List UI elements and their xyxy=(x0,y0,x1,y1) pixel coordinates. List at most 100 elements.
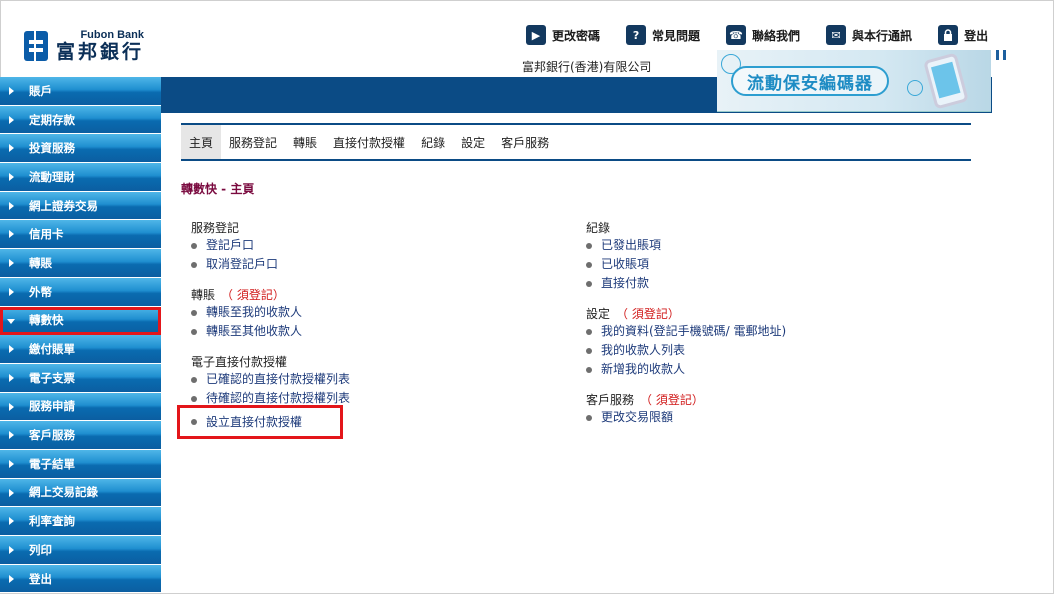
sidebar-item-interest-rates[interactable]: 利率查詢 xyxy=(0,507,161,536)
link-register-account[interactable]: 登記戶口 xyxy=(191,236,350,255)
arrow-right-icon xyxy=(9,517,14,526)
lock-icon xyxy=(938,25,959,45)
sidebar-item-customer-service[interactable]: 客戶服務 xyxy=(0,421,161,450)
breadcrumb: 轉數快 - 主頁 xyxy=(181,182,255,196)
registration-required-note: （ 須登記） xyxy=(616,307,680,321)
sidebar-item-e-cheque[interactable]: 電子支票 xyxy=(0,363,161,393)
bullet-icon xyxy=(191,376,197,383)
group-title: 紀錄 xyxy=(586,221,611,235)
bullet-icon xyxy=(586,280,592,287)
tab-settings[interactable]: 設定 xyxy=(453,125,493,159)
sidebar-item-mobile-banking[interactable]: 流動理財 xyxy=(0,163,161,192)
group-title: 轉賬 xyxy=(191,288,216,302)
registration-required-note: （ 須登記） xyxy=(640,393,704,407)
arrow-right-icon xyxy=(9,373,14,382)
link-my-payee-list[interactable]: 我的收款人列表 xyxy=(586,341,786,360)
sidebar-item-investment[interactable]: 投資服務 xyxy=(0,134,161,164)
link-sent-payments[interactable]: 已發出賬項 xyxy=(586,236,786,255)
registration-required-note: （ 須登記） xyxy=(221,288,285,302)
bullet-icon xyxy=(191,419,197,425)
tab-registration[interactable]: 服務登記 xyxy=(221,125,285,159)
bullet-icon xyxy=(586,261,592,268)
sidebar-item-transaction-records[interactable]: 網上交易記錄 xyxy=(0,478,161,508)
link-transfer-other-payee[interactable]: 轉賬至其他收款人 xyxy=(191,322,350,341)
arrow-down-icon xyxy=(7,318,15,324)
change-password-link[interactable]: ▶ 更改密碼 xyxy=(526,25,600,45)
bullet-icon xyxy=(191,328,197,335)
sidebar-item-accounts[interactable]: 賬戶 xyxy=(0,77,161,106)
play-arrow-icon: ▶ xyxy=(526,25,546,45)
arrow-right-icon xyxy=(9,345,14,354)
fubon-logo[interactable]: Fubon Bank 富邦銀行 xyxy=(24,28,144,64)
tab-customer-service[interactable]: 客戶服務 xyxy=(493,125,557,159)
logo-chinese: 富邦銀行 xyxy=(56,41,145,63)
tab-transfer[interactable]: 轉賬 xyxy=(285,125,325,159)
mail-icon: ✉ xyxy=(826,25,847,45)
link-setup-edda[interactable]: 設立直接付款授權 xyxy=(177,405,343,439)
sidebar-item-fps[interactable]: 轉數快 xyxy=(0,306,161,336)
bullet-icon xyxy=(191,242,197,249)
bullet-icon xyxy=(191,395,197,402)
tab-edda[interactable]: 直接付款授權 xyxy=(325,125,413,159)
link-my-profile[interactable]: 我的資料(登記手機號碼/ 電郵地址) xyxy=(586,322,786,341)
arrow-right-icon xyxy=(9,459,14,468)
link-received-payments[interactable]: 已收賬項 xyxy=(586,255,786,274)
link-deregister-account[interactable]: 取消登記戶口 xyxy=(191,255,350,274)
sidebar-item-credit-card[interactable]: 信用卡 xyxy=(0,220,161,250)
link-direct-debit[interactable]: 直接付款 xyxy=(586,274,786,293)
link-transfer-my-payee[interactable]: 轉賬至我的收款人 xyxy=(191,303,350,322)
sidebar-item-transfer[interactable]: 轉賬 xyxy=(0,249,161,278)
bullet-icon xyxy=(191,309,197,316)
message-bank-link[interactable]: ✉ 與本行通訊 xyxy=(826,25,912,45)
bullet-icon xyxy=(586,414,592,421)
link-confirmed-edda-list[interactable]: 已確認的直接付款授權列表 xyxy=(191,370,350,389)
link-change-limit[interactable]: 更改交易限額 xyxy=(586,408,786,427)
question-icon: ? xyxy=(626,25,647,45)
bullet-icon xyxy=(586,366,592,373)
fps-tabs: 主頁 服務登記 轉賬 直接付款授權 紀錄 設定 客戶服務 xyxy=(181,123,971,161)
sidebar-item-print[interactable]: 列印 xyxy=(0,536,161,565)
group-edda: 電子直接付款授權 已確認的直接付款授權列表 待確認的直接付款授權列表 設立直接付… xyxy=(177,354,350,439)
bullet-icon xyxy=(586,347,592,354)
mobile-token-banner[interactable]: 流動保安編碼器 xyxy=(717,50,991,112)
group-customer-service: 客戶服務 （ 須登記） 更改交易限額 xyxy=(586,392,786,427)
link-add-payee[interactable]: 新增我的收款人 xyxy=(586,360,786,379)
group-title: 設定 xyxy=(586,307,611,321)
sidebar-menu: 賬戶 定期存款 投資服務 流動理財 網上證券交易 信用卡 轉賬 外幣 轉數快 繳… xyxy=(0,77,161,594)
link-pending-edda-list[interactable]: 待確認的直接付款授權列表 xyxy=(191,389,350,408)
arrow-right-icon xyxy=(9,431,14,440)
sidebar-item-logout[interactable]: 登出 xyxy=(0,564,161,594)
sidebar-item-securities[interactable]: 網上證券交易 xyxy=(0,191,161,221)
banner-pause-icon[interactable] xyxy=(996,50,1006,60)
contact-us-link[interactable]: ☎ 聯絡我們 xyxy=(726,25,800,45)
arrow-right-icon xyxy=(9,402,14,411)
sidebar-item-e-statement[interactable]: 電子結單 xyxy=(0,449,161,479)
phone-icon: ☎ xyxy=(726,25,747,45)
logout-link[interactable]: 登出 xyxy=(938,25,988,45)
group-title: 客戶服務 xyxy=(586,393,635,407)
group-registration: 服務登記 登記戶口 取消登記戶口 xyxy=(191,220,350,274)
tab-home[interactable]: 主頁 xyxy=(181,125,222,159)
tab-records[interactable]: 紀錄 xyxy=(413,125,453,159)
faq-link[interactable]: ? 常見問題 xyxy=(626,25,700,45)
arrow-right-icon xyxy=(9,287,14,296)
bullet-icon xyxy=(586,242,592,249)
banner-text: 流動保安編碼器 xyxy=(747,73,873,94)
arrow-right-icon xyxy=(9,259,14,268)
arrow-right-icon xyxy=(9,115,14,124)
company-name: 富邦銀行(香港)有限公司 xyxy=(522,60,652,74)
group-title: 電子直接付款授權 xyxy=(191,355,288,369)
arrow-right-icon xyxy=(9,173,14,182)
top-links: ▶ 更改密碼 ? 常見問題 ☎ 聯絡我們 ✉ 與本行通訊 登出 xyxy=(526,24,988,46)
sidebar-item-time-deposit[interactable]: 定期存款 xyxy=(0,105,161,135)
bullet-icon xyxy=(586,328,592,335)
sidebar-item-bill-payment[interactable]: 繳付賬單 xyxy=(0,335,161,364)
sidebar-item-service-application[interactable]: 服務申請 xyxy=(0,392,161,422)
group-title: 服務登記 xyxy=(191,221,240,235)
sidebar-item-foreign-currency[interactable]: 外幣 xyxy=(0,277,161,307)
arrow-right-icon xyxy=(9,574,14,583)
arrow-right-icon xyxy=(9,144,14,153)
left-column: 服務登記 登記戶口 取消登記戶口 轉賬 （ 須登記） 轉賬至我的收款人 轉賬至其他… xyxy=(177,220,350,449)
group-records: 紀錄 已發出賬項 已收賬項 直接付款 xyxy=(586,220,786,293)
phone-icon-banner xyxy=(923,52,969,110)
